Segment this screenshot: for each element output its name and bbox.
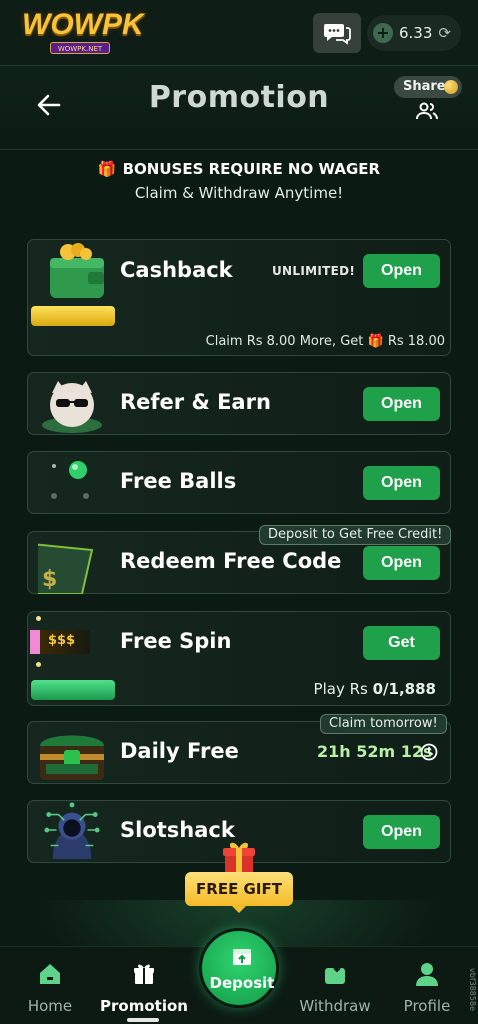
share-button[interactable]: Share — [394, 76, 462, 98]
spin-icon: $$$ — [30, 630, 90, 654]
daily-countdown: 21h 52m 12s — [317, 742, 433, 761]
logo-subtext: WOWPK.NET — [50, 42, 110, 54]
version-text: vbf38858e — [468, 968, 477, 1011]
card-title: Redeem Free Code — [120, 549, 342, 573]
nav-profile[interactable]: Profile — [400, 961, 454, 1015]
balance-value: 6.33 — [399, 24, 433, 42]
home-icon — [40, 964, 60, 984]
page-header: Promotion Share — [0, 66, 478, 150]
claim-text-pre: Claim Rs 8.00 More, Get — [205, 334, 364, 349]
nav-label: Home — [27, 997, 73, 1015]
claim-tomorrow-tag: Claim tomorrow! — [320, 714, 447, 734]
sparkle-dot — [36, 662, 41, 667]
nav-home[interactable]: Home — [24, 961, 76, 1015]
cat-mascot-icon — [42, 381, 102, 433]
users-icon[interactable] — [416, 102, 438, 120]
redeem-open-button[interactable]: Open — [363, 546, 440, 580]
unlimited-badge: UNLIMITED! — [272, 264, 356, 278]
gift-icon: 🎁 — [97, 160, 117, 178]
active-tab-indicator — [127, 1018, 159, 1022]
chat-button[interactable] — [313, 13, 361, 53]
card-title: Free Spin — [120, 629, 232, 653]
card-title: Refer & Earn — [120, 390, 271, 414]
share-label: Share — [403, 79, 446, 94]
card-title: Cashback — [120, 258, 233, 282]
free-gift-button[interactable]: FREE GIFT — [185, 872, 293, 906]
bonus-subline: Claim & Withdraw Anytime! — [134, 184, 344, 202]
bonus-headline-text: BONUSES REQUIRE NO WAGER — [122, 160, 381, 178]
hacker-icon — [44, 802, 100, 860]
play-value: 0/1,888 — [372, 680, 436, 698]
chat-icon — [324, 24, 351, 45]
coin-icon — [444, 80, 458, 94]
card-title: Slotshack — [120, 818, 235, 842]
add-funds-icon[interactable]: + — [373, 23, 393, 43]
spin-get-button[interactable]: Get — [363, 626, 440, 660]
gift-box-icon[interactable] — [220, 838, 258, 876]
logo-text: WOWPK — [22, 8, 144, 41]
slotshack-open-button[interactable]: Open — [363, 815, 440, 849]
nav-withdraw[interactable]: Withdraw — [296, 961, 374, 1015]
cashback-card[interactable]: Cashback UNLIMITED! Open Claim Rs 8.00 M… — [27, 239, 451, 356]
gift-icon: 🎁 — [367, 334, 384, 349]
withdraw-icon — [325, 963, 345, 984]
wowpk-logo[interactable]: WOWPK WOWPK.NET — [22, 8, 144, 54]
nav-label: Promotion — [100, 997, 188, 1015]
balance-pill[interactable]: + 6.33 ⟳ — [367, 15, 461, 51]
balls-icon — [51, 461, 89, 499]
refer-open-button[interactable]: Open — [363, 387, 440, 421]
deposit-label: Deposit — [209, 974, 275, 992]
ticket-icon: $ — [38, 543, 94, 594]
top-bar: WOWPK WOWPK.NET + 6.33 ⟳ — [0, 0, 478, 66]
refresh-icon[interactable]: ⟳ — [438, 24, 451, 42]
deposit-icon — [233, 949, 251, 965]
sparkle-dot — [36, 616, 41, 621]
clock-icon — [420, 743, 438, 761]
free-gift-pointer — [231, 905, 247, 913]
bonus-headline: 🎁 BONUSES REQUIRE NO WAGER — [0, 160, 478, 178]
svg-text:$: $ — [42, 567, 57, 592]
nav-label: Withdraw — [299, 997, 371, 1015]
cashback-open-button[interactable]: Open — [363, 254, 440, 288]
free-spin-card[interactable]: $$$ Free Spin Get Play Rs 0/1,888 — [27, 611, 451, 706]
treasure-chest-icon — [40, 735, 104, 780]
spin-icon-text: $$$ — [48, 633, 76, 648]
free-balls-card[interactable]: Free Balls Open — [27, 451, 451, 514]
card-title: Free Balls — [120, 469, 237, 493]
nav-promotion[interactable]: Promotion — [100, 961, 188, 1015]
spin-progress-bar — [31, 680, 115, 700]
play-prefix: Play Rs — [313, 680, 368, 698]
claim-text-post: Rs 18.00 — [387, 334, 445, 349]
deposit-button[interactable]: Deposit — [199, 928, 279, 1008]
profile-icon — [416, 963, 438, 986]
deposit-free-credit-tag: Deposit to Get Free Credit! — [259, 525, 452, 545]
cashback-claim-text: Claim Rs 8.00 More, Get 🎁 Rs 18.00 — [206, 334, 445, 349]
gift-icon — [134, 964, 154, 984]
nav-label: Profile — [403, 997, 451, 1015]
cashback-progress-bar — [31, 306, 115, 326]
play-progress-text: Play Rs 0/1,888 — [314, 680, 436, 698]
refer-earn-card[interactable]: Refer & Earn Open — [27, 372, 451, 435]
wallet-icon — [50, 243, 104, 298]
card-title: Daily Free — [120, 739, 239, 763]
balls-open-button[interactable]: Open — [363, 466, 440, 500]
